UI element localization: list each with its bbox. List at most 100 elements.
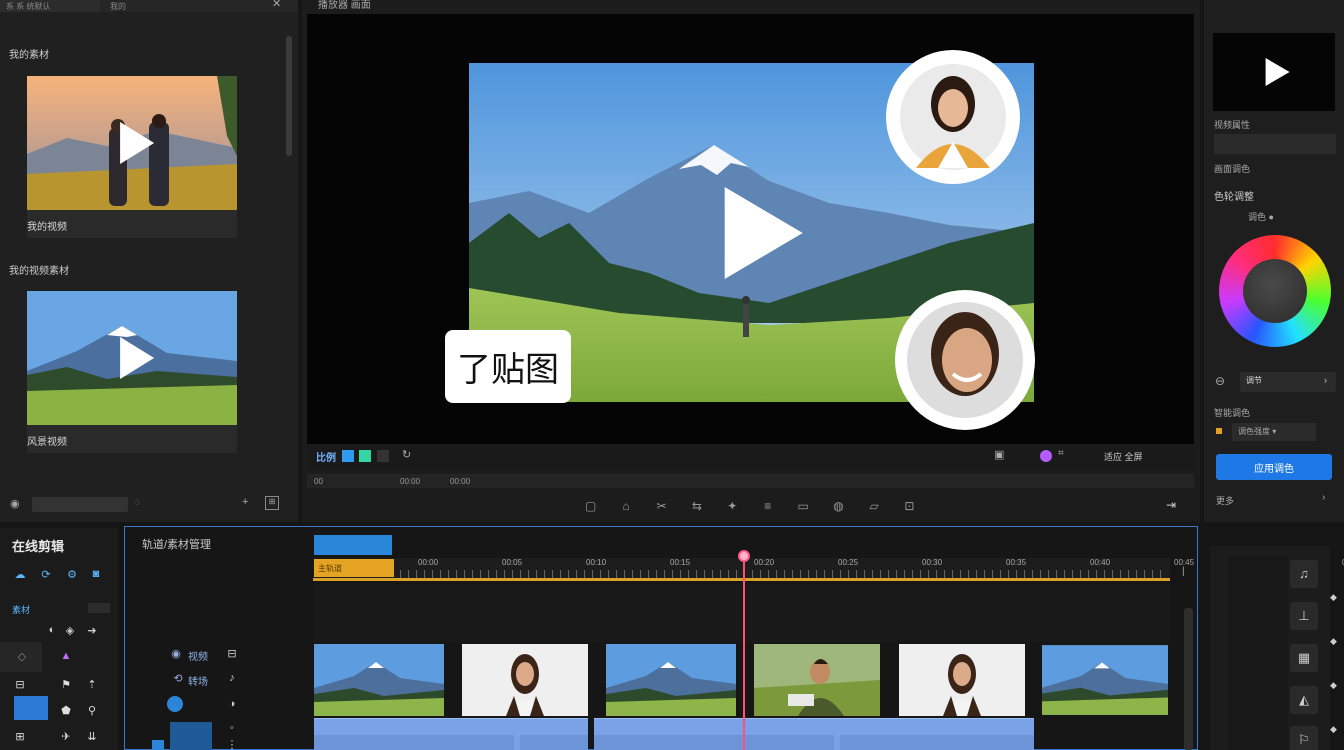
audio-waveform-2[interactable]	[520, 735, 588, 750]
more-label[interactable]: 更多	[1216, 494, 1234, 507]
strength-select[interactable]: 调色强度 ▾	[1232, 423, 1316, 441]
cut-icon[interactable]: ✈	[58, 730, 74, 746]
magic-icon[interactable]: ✦	[722, 499, 743, 515]
globe-icon[interactable]: ◉	[10, 497, 20, 510]
share-icon[interactable]: ⇥	[1166, 498, 1176, 512]
selected-tool[interactable]	[14, 696, 48, 720]
tab-default[interactable]: 系 系 统默认	[0, 0, 100, 12]
eye-icon[interactable]: ◦	[224, 722, 240, 738]
search-input[interactable]	[32, 497, 128, 512]
loop-icon[interactable]: ↻	[402, 448, 411, 461]
split-icon[interactable]: ✂	[651, 499, 672, 515]
pip-overlay-bottom[interactable]	[895, 290, 1035, 430]
video-clip[interactable]	[462, 644, 588, 716]
empty-track[interactable]	[313, 584, 1170, 642]
sticker-text-overlay[interactable]: 了贴图	[445, 330, 571, 403]
play-icon[interactable]	[120, 337, 155, 379]
select-icon[interactable]: ▢	[580, 499, 601, 515]
close-icon[interactable]: ✕	[272, 0, 281, 10]
record-track-button[interactable]	[167, 696, 183, 712]
record-icon[interactable]	[1040, 450, 1052, 462]
color-icon[interactable]: ◍	[828, 499, 849, 515]
audio-waveform-3[interactable]	[594, 735, 834, 750]
arrow-icon[interactable]: ➜	[84, 624, 100, 640]
chevron-right-icon[interactable]: ›	[1322, 492, 1325, 503]
media-card-1[interactable]: 我的视频	[27, 76, 237, 238]
audio-waveform-1[interactable]	[314, 735, 514, 750]
nav-dot-icon[interactable]: ◆	[1330, 724, 1337, 735]
nav-dot-icon[interactable]: ◆	[1330, 680, 1337, 691]
lock-icon[interactable]: ⌂	[615, 499, 636, 515]
flag-icon[interactable]: ⚑	[58, 678, 74, 694]
color-wheel-center[interactable]	[1243, 259, 1307, 323]
apply-color-button[interactable]: 应用调色	[1216, 454, 1332, 480]
media-scrollbar[interactable]	[286, 36, 292, 156]
gear-icon[interactable]: ⚙	[64, 568, 80, 584]
lock-icon[interactable]: ⊟	[224, 647, 240, 663]
export-icon[interactable]: ⊡	[899, 499, 920, 515]
playhead[interactable]	[743, 555, 745, 750]
work-area-bar[interactable]	[313, 578, 1170, 581]
flag-icon[interactable]: ⚐	[1290, 726, 1318, 750]
mute-icon[interactable]: ◑	[224, 698, 240, 714]
trim-icon[interactable]: ⇊	[84, 730, 100, 746]
ratio-label[interactable]: 比例	[316, 449, 336, 464]
brush-icon[interactable]: ⚲	[84, 704, 100, 720]
sync-icon[interactable]: ⟳	[38, 568, 54, 584]
audio-icon[interactable]: ♪	[224, 672, 240, 688]
play-icon[interactable]	[120, 122, 155, 164]
play-icon[interactable]	[724, 186, 803, 279]
sidebar-label[interactable]: 素材	[12, 603, 30, 616]
crop-icon[interactable]: ⌗	[1058, 448, 1064, 459]
media-card-2[interactable]: 风景视频	[27, 291, 237, 453]
clock-icon[interactable]: ◌	[134, 497, 140, 508]
import-icon[interactable]: ⊞	[265, 496, 279, 510]
video-clip[interactable]	[1042, 644, 1168, 716]
pin-icon[interactable]: ⇡	[84, 678, 100, 694]
comment-icon[interactable]: ▭	[792, 499, 813, 515]
nav-dot-icon[interactable]: ◆	[1330, 636, 1337, 647]
color-swatch-dark[interactable]	[377, 450, 389, 462]
nav-dot-icon[interactable]: ◆	[1330, 592, 1337, 603]
color-swatch-green[interactable]	[359, 450, 371, 462]
mask-icon[interactable]: ⬟	[58, 704, 74, 720]
play-icon[interactable]	[1265, 58, 1290, 86]
shape-icon[interactable]: ◐	[44, 624, 60, 640]
track-header-block[interactable]	[170, 722, 212, 750]
snapshot-icon[interactable]: ▣	[994, 448, 1004, 461]
color-mode-label[interactable]: 调色 ●	[1248, 210, 1274, 223]
media-icon[interactable]: ▦	[1290, 644, 1318, 672]
music-icon[interactable]: ♫	[1290, 560, 1318, 588]
grid-icon[interactable]: ⊞	[12, 730, 28, 746]
pin-icon[interactable]: ⊥	[1290, 602, 1318, 630]
reset-icon[interactable]: ⊖	[1215, 374, 1225, 388]
property-input[interactable]	[1214, 134, 1336, 154]
sidebar-toggle[interactable]	[88, 603, 110, 613]
main-track-chip[interactable]: 主轨道	[314, 559, 394, 577]
drop-icon[interactable]: ◭	[1290, 686, 1318, 714]
transition-track-icon[interactable]: ⟲	[170, 672, 186, 688]
triangle-icon[interactable]: ▲	[58, 650, 74, 666]
layer-icon[interactable]: ◇	[14, 650, 30, 666]
video-clip[interactable]	[314, 644, 444, 716]
preview-scrubber[interactable]	[307, 474, 1194, 488]
chevron-right-icon[interactable]: ›	[1324, 375, 1327, 385]
frame-icon[interactable]: ⊟	[12, 678, 28, 694]
text-icon[interactable]: ◈	[62, 624, 78, 640]
camera-icon[interactable]: ◙	[88, 568, 104, 584]
video-clip[interactable]	[899, 644, 1025, 716]
add-icon[interactable]: +	[242, 496, 248, 508]
playhead-handle[interactable]	[738, 550, 750, 562]
fit-label[interactable]: 适应 全屏	[1104, 450, 1143, 463]
transition-icon[interactable]: ⇆	[686, 499, 707, 515]
tab-mine[interactable]: 我的	[104, 0, 132, 12]
cloud-icon[interactable]: ☁	[12, 568, 28, 584]
video-track-icon[interactable]: ◉	[168, 647, 184, 663]
align-icon[interactable]: ≡	[757, 499, 778, 515]
track-selector[interactable]	[314, 535, 392, 555]
audio-waveform-4[interactable]	[840, 735, 1034, 750]
folder-icon[interactable]: ▱	[863, 499, 884, 515]
adjust-select[interactable]: 调节	[1240, 372, 1336, 392]
timeline-scrollbar[interactable]	[1184, 608, 1193, 750]
video-clip[interactable]	[754, 644, 880, 716]
